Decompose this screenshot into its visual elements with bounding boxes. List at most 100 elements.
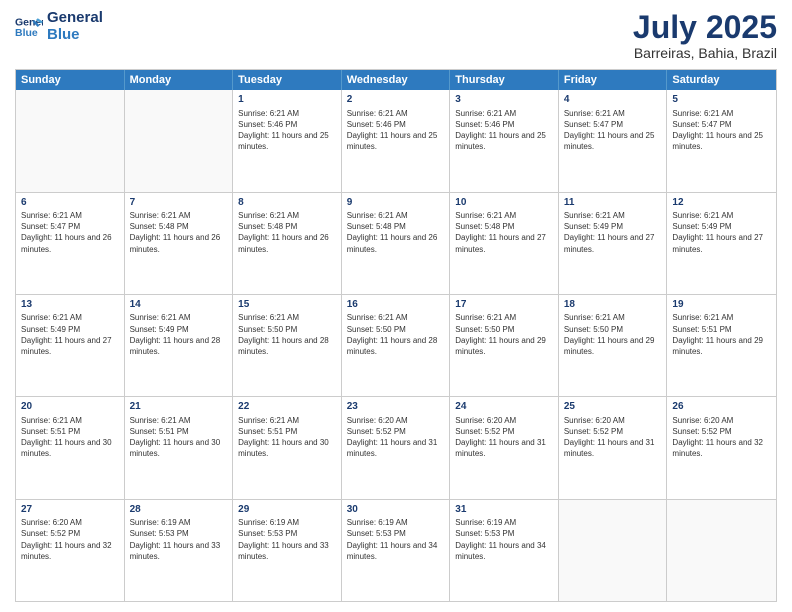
day-header-wednesday: Wednesday [342,70,451,90]
cal-day-10: 10Sunrise: 6:21 AMSunset: 5:48 PMDayligh… [450,193,559,294]
day-info: Sunrise: 6:21 AMSunset: 5:51 PMDaylight:… [130,415,228,460]
cal-day-1: 1Sunrise: 6:21 AMSunset: 5:46 PMDaylight… [233,90,342,191]
day-info: Sunrise: 6:21 AMSunset: 5:50 PMDaylight:… [564,312,662,357]
day-number: 1 [238,93,336,107]
logo-line1: General [47,10,103,27]
day-number: 19 [672,298,771,312]
day-info: Sunrise: 6:19 AMSunset: 5:53 PMDaylight:… [130,517,228,562]
day-number: 26 [672,400,771,414]
day-number: 5 [672,93,771,107]
cal-day-30: 30Sunrise: 6:19 AMSunset: 5:53 PMDayligh… [342,500,451,601]
cal-day-31: 31Sunrise: 6:19 AMSunset: 5:53 PMDayligh… [450,500,559,601]
day-info: Sunrise: 6:21 AMSunset: 5:50 PMDaylight:… [238,312,336,357]
day-number: 24 [455,400,553,414]
day-number: 17 [455,298,553,312]
day-number: 15 [238,298,336,312]
cal-day-8: 8Sunrise: 6:21 AMSunset: 5:48 PMDaylight… [233,193,342,294]
cal-week-2: 6Sunrise: 6:21 AMSunset: 5:47 PMDaylight… [16,192,776,294]
day-number: 3 [455,93,553,107]
cal-day-28: 28Sunrise: 6:19 AMSunset: 5:53 PMDayligh… [125,500,234,601]
day-info: Sunrise: 6:20 AMSunset: 5:52 PMDaylight:… [21,517,119,562]
cal-cell-empty [667,500,776,601]
day-info: Sunrise: 6:19 AMSunset: 5:53 PMDaylight:… [238,517,336,562]
cal-day-23: 23Sunrise: 6:20 AMSunset: 5:52 PMDayligh… [342,397,451,498]
cal-week-3: 13Sunrise: 6:21 AMSunset: 5:49 PMDayligh… [16,294,776,396]
cal-day-24: 24Sunrise: 6:20 AMSunset: 5:52 PMDayligh… [450,397,559,498]
day-number: 9 [347,196,445,210]
day-number: 10 [455,196,553,210]
day-info: Sunrise: 6:21 AMSunset: 5:46 PMDaylight:… [238,108,336,153]
cal-day-16: 16Sunrise: 6:21 AMSunset: 5:50 PMDayligh… [342,295,451,396]
cal-week-4: 20Sunrise: 6:21 AMSunset: 5:51 PMDayligh… [16,396,776,498]
cal-day-20: 20Sunrise: 6:21 AMSunset: 5:51 PMDayligh… [16,397,125,498]
day-number: 31 [455,503,553,517]
cal-day-19: 19Sunrise: 6:21 AMSunset: 5:51 PMDayligh… [667,295,776,396]
cal-day-22: 22Sunrise: 6:21 AMSunset: 5:51 PMDayligh… [233,397,342,498]
cal-day-9: 9Sunrise: 6:21 AMSunset: 5:48 PMDaylight… [342,193,451,294]
cal-day-13: 13Sunrise: 6:21 AMSunset: 5:49 PMDayligh… [16,295,125,396]
day-number: 23 [347,400,445,414]
day-info: Sunrise: 6:20 AMSunset: 5:52 PMDaylight:… [455,415,553,460]
cal-day-4: 4Sunrise: 6:21 AMSunset: 5:47 PMDaylight… [559,90,668,191]
logo-icon: General Blue [15,13,43,41]
day-info: Sunrise: 6:21 AMSunset: 5:50 PMDaylight:… [455,312,553,357]
cal-cell-empty [125,90,234,191]
day-number: 16 [347,298,445,312]
day-info: Sunrise: 6:21 AMSunset: 5:51 PMDaylight:… [672,312,771,357]
cal-day-7: 7Sunrise: 6:21 AMSunset: 5:48 PMDaylight… [125,193,234,294]
subtitle: Barreiras, Bahia, Brazil [633,45,777,61]
cal-week-1: 1Sunrise: 6:21 AMSunset: 5:46 PMDaylight… [16,90,776,191]
cal-day-18: 18Sunrise: 6:21 AMSunset: 5:50 PMDayligh… [559,295,668,396]
day-info: Sunrise: 6:20 AMSunset: 5:52 PMDaylight:… [347,415,445,460]
day-info: Sunrise: 6:19 AMSunset: 5:53 PMDaylight:… [455,517,553,562]
day-info: Sunrise: 6:21 AMSunset: 5:51 PMDaylight:… [21,415,119,460]
cal-cell-empty [559,500,668,601]
day-header-friday: Friday [559,70,668,90]
day-info: Sunrise: 6:21 AMSunset: 5:49 PMDaylight:… [130,312,228,357]
day-info: Sunrise: 6:21 AMSunset: 5:49 PMDaylight:… [21,312,119,357]
day-header-sunday: Sunday [16,70,125,90]
day-number: 27 [21,503,119,517]
cal-cell-empty [16,90,125,191]
cal-day-12: 12Sunrise: 6:21 AMSunset: 5:49 PMDayligh… [667,193,776,294]
cal-day-17: 17Sunrise: 6:21 AMSunset: 5:50 PMDayligh… [450,295,559,396]
day-number: 29 [238,503,336,517]
day-info: Sunrise: 6:20 AMSunset: 5:52 PMDaylight:… [564,415,662,460]
day-number: 14 [130,298,228,312]
day-info: Sunrise: 6:21 AMSunset: 5:48 PMDaylight:… [347,210,445,255]
cal-day-5: 5Sunrise: 6:21 AMSunset: 5:47 PMDaylight… [667,90,776,191]
day-info: Sunrise: 6:21 AMSunset: 5:46 PMDaylight:… [347,108,445,153]
cal-day-15: 15Sunrise: 6:21 AMSunset: 5:50 PMDayligh… [233,295,342,396]
day-number: 13 [21,298,119,312]
day-info: Sunrise: 6:21 AMSunset: 5:47 PMDaylight:… [564,108,662,153]
cal-week-5: 27Sunrise: 6:20 AMSunset: 5:52 PMDayligh… [16,499,776,601]
cal-day-6: 6Sunrise: 6:21 AMSunset: 5:47 PMDaylight… [16,193,125,294]
cal-day-21: 21Sunrise: 6:21 AMSunset: 5:51 PMDayligh… [125,397,234,498]
cal-day-27: 27Sunrise: 6:20 AMSunset: 5:52 PMDayligh… [16,500,125,601]
day-number: 30 [347,503,445,517]
day-number: 2 [347,93,445,107]
cal-day-2: 2Sunrise: 6:21 AMSunset: 5:46 PMDaylight… [342,90,451,191]
day-number: 20 [21,400,119,414]
day-number: 18 [564,298,662,312]
day-info: Sunrise: 6:21 AMSunset: 5:46 PMDaylight:… [455,108,553,153]
day-number: 12 [672,196,771,210]
day-info: Sunrise: 6:21 AMSunset: 5:48 PMDaylight:… [238,210,336,255]
title-block: July 2025 Barreiras, Bahia, Brazil [633,10,777,61]
cal-day-25: 25Sunrise: 6:20 AMSunset: 5:52 PMDayligh… [559,397,668,498]
calendar: SundayMondayTuesdayWednesdayThursdayFrid… [15,69,777,602]
day-header-saturday: Saturday [667,70,776,90]
day-number: 4 [564,93,662,107]
day-number: 25 [564,400,662,414]
day-info: Sunrise: 6:21 AMSunset: 5:48 PMDaylight:… [130,210,228,255]
page: General Blue General Blue July 2025 Barr… [0,0,792,612]
calendar-header: SundayMondayTuesdayWednesdayThursdayFrid… [16,70,776,90]
day-info: Sunrise: 6:21 AMSunset: 5:47 PMDaylight:… [672,108,771,153]
day-number: 8 [238,196,336,210]
day-info: Sunrise: 6:21 AMSunset: 5:50 PMDaylight:… [347,312,445,357]
svg-text:Blue: Blue [15,26,38,38]
logo-line2: Blue [47,27,103,44]
day-header-tuesday: Tuesday [233,70,342,90]
day-number: 6 [21,196,119,210]
day-number: 22 [238,400,336,414]
